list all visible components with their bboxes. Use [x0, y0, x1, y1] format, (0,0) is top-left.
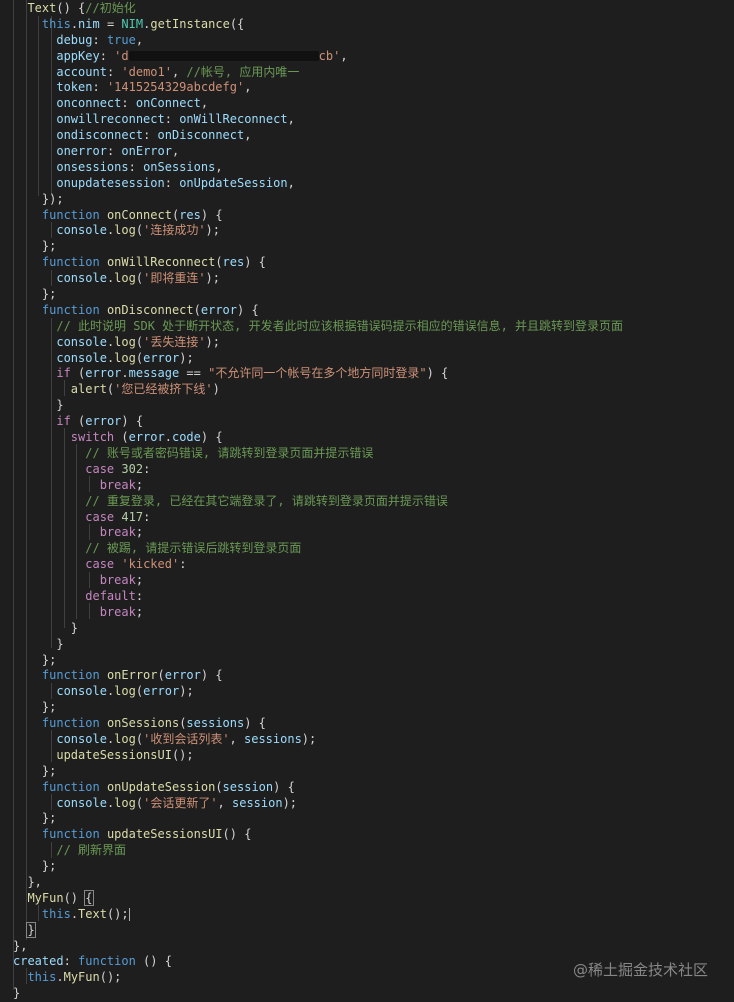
code-line-13: });: [41, 191, 64, 206]
code-line-47: console.log('收到会话列表', sessions);: [56, 731, 317, 746]
code-line-21: // 此时说明 SDK 处于断开状态, 开发者此时应该根据错误码提示相应的错误信…: [56, 318, 624, 333]
code-line-22: console.log('丢失连接');: [56, 334, 220, 349]
code-line-36: case 'kicked':: [85, 557, 187, 572]
code-line-20: function onDisconnect(error) {: [41, 302, 259, 317]
code-line-59: }: [26, 921, 36, 938]
code-line-29: // 账号或者密码错误, 请跳转到登录页面并提示错误: [85, 445, 374, 460]
code-line-49: };: [41, 763, 57, 778]
code-line-39: break;: [99, 604, 144, 619]
code-line-37: break;: [99, 573, 144, 588]
redacted-appkey: [128, 51, 319, 62]
code-line-63: }: [13, 986, 21, 1001]
code-line-42: };: [41, 652, 57, 667]
code-line-56: },: [27, 874, 42, 889]
code-line-2: this.nim = NIM.getInstance({: [41, 16, 245, 31]
code-line-32: // 重复登录, 已经在其它端登录了, 请跳转到登录页面并提示错误: [85, 493, 448, 508]
code-line-6: token: '1415254329abcdefg',: [56, 80, 252, 95]
code-line-40: }: [70, 620, 79, 635]
code-line-16: };: [41, 239, 57, 254]
code-line-38: default:: [85, 588, 144, 603]
code-line-61: created: function () {: [13, 954, 172, 969]
code-line-58[interactable]: this.Text();: [13, 907, 623, 923]
text-cursor: [128, 907, 130, 921]
code-editor[interactable]: Text() {//初始化 this.nim = NIM.getInstance…: [0, 0, 734, 1002]
code-line-19: };: [41, 287, 57, 302]
code-line-62: this.MyFun();: [27, 970, 122, 985]
code-line-54: // 刷新界面: [56, 843, 127, 858]
code-line-26: }: [56, 398, 64, 413]
code-line-28: switch (error.code) {: [70, 430, 223, 445]
code-line-53: function updateSessionsUI() {: [41, 827, 252, 842]
code-line-12: onupdatesession: onUpdateSession,: [56, 175, 295, 190]
code-line-35: // 被踢, 请提示错误后跳转到登录页面: [85, 541, 302, 556]
code-line-51: console.log('会话更新了', session);: [56, 795, 298, 810]
code-line-27: if (error) {: [56, 414, 144, 429]
code-line-60: },: [13, 938, 28, 953]
code-line-43: function onError(error) {: [41, 668, 223, 683]
code-line-11: onsessions: onSessions,: [56, 159, 223, 174]
code-line-25: alert('您已经被挤下线'): [70, 382, 220, 397]
code-line-44: console.log(error);: [56, 684, 194, 699]
code-line-57: MyFun() {: [27, 889, 94, 906]
code-line-50: function onUpdateSession(session) {: [41, 779, 295, 794]
code-line-1: Text() {//初始化: [27, 1, 136, 15]
code-line-55: };: [41, 859, 57, 874]
code-line-45: };: [41, 700, 57, 715]
code-line-14: function onConnect(res) {: [41, 207, 223, 222]
code-line-15: console.log('连接成功');: [56, 223, 220, 238]
code-line-52: };: [41, 811, 57, 826]
code-line-24: if (error.message == "不允许同一个帐号在多个地方同时登录"…: [56, 366, 449, 381]
code-line-5: account: 'demo1', //帐号, 应用内唯一: [56, 64, 300, 79]
code-line-3: debug: true,: [56, 32, 144, 47]
code-line-9: ondisconnect: onDisconnect,: [56, 128, 252, 143]
code-line-7: onconnect: onConnect,: [56, 96, 209, 111]
code-line-41: }: [56, 636, 64, 651]
code-line-17: function onWillReconnect(res) {: [41, 255, 266, 270]
code-line-18: console.log('即将重连');: [56, 271, 220, 286]
code-lines: Text() {//初始化 this.nim = NIM.getInstance…: [13, 1, 623, 1002]
code-line-34: break;: [99, 525, 144, 540]
code-line-31: break;: [99, 477, 144, 492]
code-line-23: console.log(error);: [56, 350, 194, 365]
code-line-48: updateSessionsUI();: [56, 747, 194, 762]
watermark: @稀土掘金技术社区: [572, 961, 708, 979]
code-line-30: case 302:: [85, 461, 151, 476]
code-line-10: onerror: onError,: [56, 144, 180, 159]
code-line-4: appKey: 'd cb',: [56, 48, 348, 63]
code-line-8: onwillreconnect: onWillReconnect,: [56, 112, 295, 127]
code-line-33: case 417:: [85, 509, 151, 524]
code-line-46: function onSessions(sessions) {: [41, 716, 266, 731]
